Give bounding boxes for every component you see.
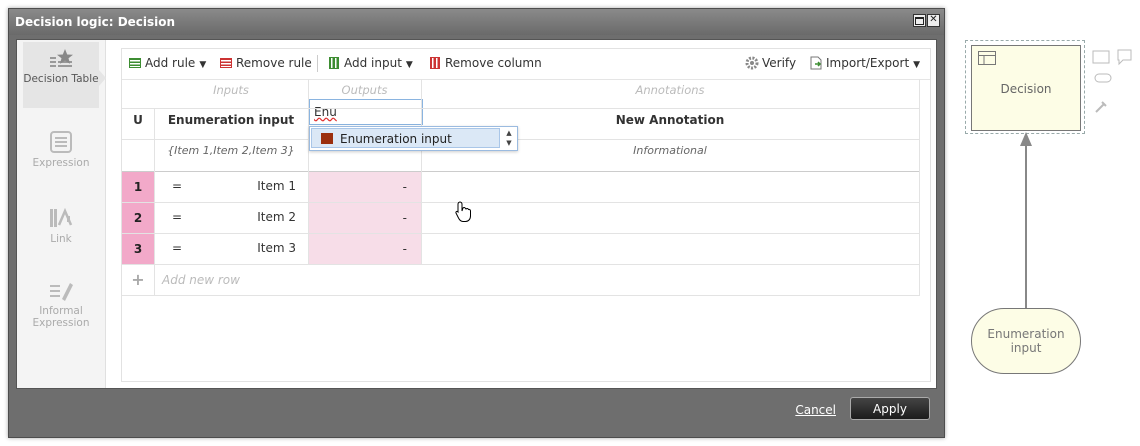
remove-rule-button[interactable]: Remove rule <box>219 56 312 72</box>
rule-number[interactable]: 1 <box>122 172 154 202</box>
autocomplete-option[interactable]: Enumeration input <box>311 128 500 148</box>
nav-label-link: Link <box>50 233 72 245</box>
maximize-icon[interactable] <box>913 14 926 27</box>
input-data-node[interactable]: Enumeration input <box>971 308 1081 374</box>
grid-line <box>154 108 155 296</box>
add-input-label: Add input <box>344 56 402 70</box>
add-rule-button[interactable]: Add rule ▼ <box>128 56 206 72</box>
rule-output-value[interactable]: - <box>308 203 421 233</box>
rectangle-shape-icon <box>1092 50 1110 64</box>
chevron-down-icon: ▼ <box>405 60 413 70</box>
dialog-title: Decision logic: Decision <box>15 15 176 29</box>
remove-column-icon <box>430 57 440 69</box>
expression-icon <box>50 131 72 153</box>
remove-column-label: Remove column <box>445 56 542 70</box>
nav-label-expression: Expression <box>32 157 90 169</box>
remove-rule-icon <box>220 58 232 68</box>
close-icon[interactable]: ✕ <box>927 14 940 27</box>
rounded-shape-icon <box>1094 73 1112 83</box>
shape-palette <box>1092 49 1132 113</box>
grid-line <box>308 79 309 265</box>
add-row-plus-icon[interactable]: + <box>122 265 154 295</box>
dialog-titlebar[interactable]: Decision logic: Decision ✕ <box>9 9 944 35</box>
grid-line <box>122 108 919 109</box>
logic-type-sidebar: Decision Table Expression Link Informal … <box>17 40 106 388</box>
add-rule-icon <box>129 58 141 68</box>
cancel-link[interactable]: Cancel <box>795 403 836 417</box>
decision-node-label: Decision <box>1000 82 1052 96</box>
input-node-label: Enumeration input <box>987 327 1065 355</box>
grid-line <box>122 202 919 203</box>
add-input-icon <box>329 57 339 69</box>
inputs-section-caption: Inputs <box>213 83 249 97</box>
remove-column-button[interactable]: Remove column <box>428 56 542 72</box>
nav-decision-table[interactable]: Decision Table <box>23 42 99 108</box>
decision-logic-dialog: Decision logic: Decision ✕ Decision Tabl… <box>8 8 945 438</box>
output-header-input[interactable]: Enu <box>309 99 423 125</box>
input-column-header[interactable]: Enumeration input <box>154 113 308 127</box>
decision-table-icon <box>978 51 996 65</box>
annotation-column-header[interactable]: New Annotation <box>421 113 919 127</box>
annotation-shape-icon <box>1117 49 1132 66</box>
nav-label-informal-expression: Informal Expression <box>32 305 90 329</box>
dialog-footer: Cancel Apply <box>9 387 944 437</box>
decision-table-toolbar: Add rule ▼ Remove rule Add input ▼ Remove … <box>122 49 930 80</box>
decision-node[interactable]: Decision <box>971 45 1081 131</box>
rule-operator: = <box>172 179 183 193</box>
autocomplete-dropdown: Enumeration input ▲ ▼ <box>309 126 518 151</box>
rule-number[interactable]: 2 <box>122 203 154 233</box>
import-export-button[interactable]: Import/Export ▼ <box>809 56 920 72</box>
grid-line <box>122 264 919 265</box>
rule-operator: = <box>172 241 183 255</box>
input-values-hint[interactable]: {Item 1,Item 2,Item 3} <box>154 144 308 157</box>
rule-operator: = <box>172 210 183 224</box>
information-requirement-arrow[interactable] <box>1019 130 1033 310</box>
grid-line <box>421 79 422 265</box>
rule-input-value[interactable]: Item 3 <box>182 241 296 255</box>
rule-input-value[interactable]: Item 2 <box>182 210 296 224</box>
verify-button[interactable]: Verify <box>745 56 796 72</box>
nav-link[interactable]: Link <box>23 200 99 250</box>
autocomplete-option-label: Enumeration input <box>340 132 452 146</box>
hit-policy-cell[interactable]: U <box>122 113 154 127</box>
grid-line <box>122 233 919 234</box>
toolbar-divider <box>317 55 318 72</box>
chevron-down-icon: ▼ <box>913 60 921 70</box>
verify-label: Verify <box>762 56 797 70</box>
link-icon <box>50 207 73 227</box>
hand-cursor-icon <box>455 201 471 222</box>
rule-output-value[interactable]: - <box>308 234 421 264</box>
nav-label-decision-table: Decision Table <box>23 73 99 85</box>
add-rule-label: Add rule <box>145 56 196 70</box>
rule-input-value[interactable]: Item 1 <box>182 179 296 193</box>
dropdown-scrollbar[interactable]: ▲ ▼ <box>502 128 516 150</box>
chevron-down-icon: ▼ <box>199 60 207 70</box>
dialog-content: Decision Table Expression Link Informal … <box>16 39 937 389</box>
nav-active-arrow <box>99 70 106 86</box>
add-input-button[interactable]: Add input ▼ <box>327 56 413 72</box>
grid-line <box>122 171 919 172</box>
annotations-section-caption: Annotations <box>635 83 705 97</box>
add-new-row-placeholder[interactable]: Add new row <box>162 273 240 287</box>
apply-button[interactable]: Apply <box>850 397 930 420</box>
nav-expression[interactable]: Expression <box>23 124 99 174</box>
rule-output-value[interactable]: - <box>308 172 421 202</box>
decision-table-icon <box>50 49 73 67</box>
enumeration-type-icon <box>321 133 333 144</box>
import-export-label: Import/Export <box>826 56 910 70</box>
informal-expression-icon <box>50 283 73 301</box>
outputs-section-caption: Outputs <box>341 83 388 97</box>
grid-line <box>122 139 919 140</box>
grid-line <box>122 295 919 296</box>
connector-icon <box>1095 101 1107 113</box>
gear-icon <box>745 56 759 70</box>
remove-rule-label: Remove rule <box>236 56 312 70</box>
grid-line <box>919 79 920 296</box>
import-export-icon <box>810 56 822 70</box>
rule-number[interactable]: 3 <box>122 234 154 264</box>
nav-informal-expression[interactable]: Informal Expression <box>23 274 99 334</box>
decision-table-panel: Add rule ▼ Remove rule Add input ▼ Remove … <box>121 48 931 382</box>
